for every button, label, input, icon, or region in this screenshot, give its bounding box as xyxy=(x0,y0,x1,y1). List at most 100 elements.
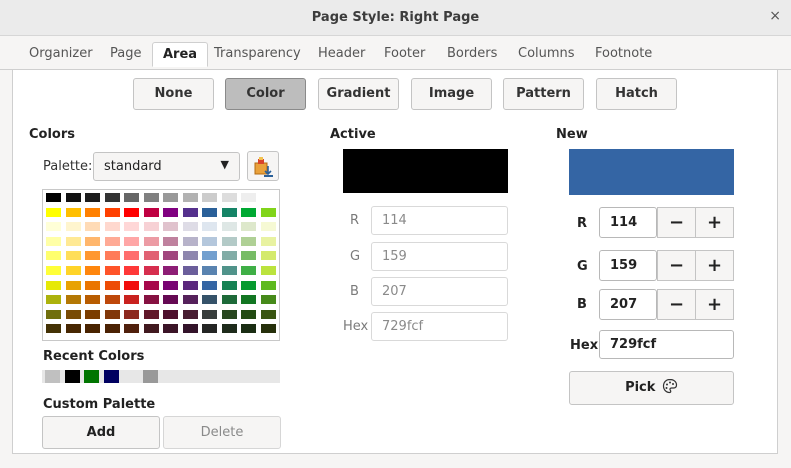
palette-swatch[interactable] xyxy=(163,295,178,305)
tab-borders[interactable]: Borders xyxy=(447,46,497,61)
new-g-decrement-button[interactable]: − xyxy=(657,250,696,281)
palette-swatch[interactable] xyxy=(85,266,100,275)
palette-swatch[interactable] xyxy=(221,236,237,246)
palette-swatch[interactable] xyxy=(124,207,139,217)
palette-swatch[interactable] xyxy=(163,222,178,232)
palette-swatch[interactable] xyxy=(182,280,198,290)
palette-swatch[interactable] xyxy=(46,280,61,290)
palette-swatch[interactable] xyxy=(182,266,198,275)
recent-color-swatch[interactable] xyxy=(64,370,80,383)
palette-swatch[interactable] xyxy=(260,324,276,334)
tab-area[interactable]: Area xyxy=(152,42,209,67)
palette-swatch[interactable] xyxy=(221,266,237,275)
tab-organizer[interactable]: Organizer xyxy=(29,46,93,61)
palette-swatch[interactable] xyxy=(241,236,256,246)
palette-swatch[interactable] xyxy=(260,193,276,202)
palette-swatch[interactable] xyxy=(85,193,100,202)
palette-swatch[interactable] xyxy=(260,207,276,217)
palette-swatch[interactable] xyxy=(65,251,81,261)
fill-pattern-button[interactable]: Pattern xyxy=(503,78,584,110)
palette-swatch[interactable] xyxy=(241,251,256,261)
fill-gradient-button[interactable]: Gradient xyxy=(318,78,399,110)
tab-footer[interactable]: Footer xyxy=(384,46,425,61)
recent-color-swatch[interactable] xyxy=(123,370,138,383)
add-button[interactable]: Add xyxy=(42,416,160,449)
pick-button[interactable]: Pick xyxy=(569,371,734,405)
palette-swatch[interactable] xyxy=(221,280,237,290)
palette-swatch[interactable] xyxy=(124,266,139,275)
palette-swatch[interactable] xyxy=(104,309,120,319)
palette-swatch[interactable] xyxy=(182,251,198,261)
palette-swatch[interactable] xyxy=(221,251,237,261)
palette-swatch[interactable] xyxy=(124,280,139,290)
palette-swatch[interactable] xyxy=(221,222,237,232)
palette-swatch[interactable] xyxy=(65,324,81,334)
palette-swatch[interactable] xyxy=(260,309,276,319)
palette-swatch[interactable] xyxy=(182,309,198,319)
fill-none-button[interactable]: None xyxy=(133,78,214,110)
palette-swatch[interactable] xyxy=(221,324,237,334)
palette-swatch[interactable] xyxy=(163,193,178,202)
palette-swatch[interactable] xyxy=(202,295,217,305)
palette-swatch[interactable] xyxy=(221,193,237,202)
palette-swatch[interactable] xyxy=(221,309,237,319)
palette-swatch[interactable] xyxy=(85,280,100,290)
palette-swatch[interactable] xyxy=(202,236,217,246)
palette-swatch[interactable] xyxy=(85,251,100,261)
palette-swatch[interactable] xyxy=(104,207,120,217)
palette-swatch[interactable] xyxy=(65,193,81,202)
palette-swatch[interactable] xyxy=(46,251,61,261)
palette-swatch[interactable] xyxy=(143,324,159,334)
new-r-decrement-button[interactable]: − xyxy=(657,207,696,238)
palette-swatch[interactable] xyxy=(163,251,178,261)
palette-swatch[interactable] xyxy=(241,266,256,275)
palette-swatch[interactable] xyxy=(163,207,178,217)
palette-swatch[interactable] xyxy=(143,266,159,275)
palette-swatch[interactable] xyxy=(143,280,159,290)
new-b-decrement-button[interactable]: − xyxy=(657,289,696,320)
palette-swatch[interactable] xyxy=(260,222,276,232)
fill-color-button[interactable]: Color xyxy=(225,78,306,110)
palette-swatch[interactable] xyxy=(124,222,139,232)
tab-transparency[interactable]: Transparency xyxy=(214,46,301,61)
palette-swatch[interactable] xyxy=(143,236,159,246)
palette-swatch[interactable] xyxy=(143,295,159,305)
palette-swatch[interactable] xyxy=(202,266,217,275)
palette-swatch[interactable] xyxy=(202,207,217,217)
palette-swatch[interactable] xyxy=(143,193,159,202)
palette-swatch[interactable] xyxy=(202,251,217,261)
fill-hatch-button[interactable]: Hatch xyxy=(596,78,677,110)
tab-columns[interactable]: Columns xyxy=(518,46,575,61)
recent-color-swatch[interactable] xyxy=(103,370,119,383)
tab-page[interactable]: Page xyxy=(110,46,141,61)
palette-swatch[interactable] xyxy=(124,193,139,202)
palette-swatch[interactable] xyxy=(182,324,198,334)
palette-swatch[interactable] xyxy=(85,324,100,334)
palette-dropdown[interactable]: standard ▼ xyxy=(93,152,240,181)
palette-swatch[interactable] xyxy=(241,280,256,290)
palette-swatch[interactable] xyxy=(46,222,61,232)
palette-swatch[interactable] xyxy=(104,266,120,275)
palette-swatch[interactable] xyxy=(65,295,81,305)
palette-swatch[interactable] xyxy=(85,222,100,232)
palette-swatch[interactable] xyxy=(143,222,159,232)
palette-swatch[interactable] xyxy=(260,266,276,275)
palette-swatch[interactable] xyxy=(65,280,81,290)
add-to-palette-button[interactable] xyxy=(247,151,279,181)
recent-color-swatch[interactable] xyxy=(84,370,99,383)
palette-swatch[interactable] xyxy=(65,309,81,319)
palette-swatch[interactable] xyxy=(221,207,237,217)
palette-swatch[interactable] xyxy=(46,324,61,334)
palette-swatch[interactable] xyxy=(124,324,139,334)
palette-swatch[interactable] xyxy=(241,324,256,334)
palette-swatch[interactable] xyxy=(163,280,178,290)
palette-swatch[interactable] xyxy=(65,236,81,246)
palette-swatch[interactable] xyxy=(241,193,256,202)
new-b-field[interactable]: 207 xyxy=(599,289,657,320)
palette-swatch[interactable] xyxy=(46,309,61,319)
palette-swatch[interactable] xyxy=(241,207,256,217)
palette-swatch[interactable] xyxy=(182,295,198,305)
tab-footnote[interactable]: Footnote xyxy=(595,46,652,61)
palette-swatch[interactable] xyxy=(104,324,120,334)
palette-swatch[interactable] xyxy=(46,295,61,305)
